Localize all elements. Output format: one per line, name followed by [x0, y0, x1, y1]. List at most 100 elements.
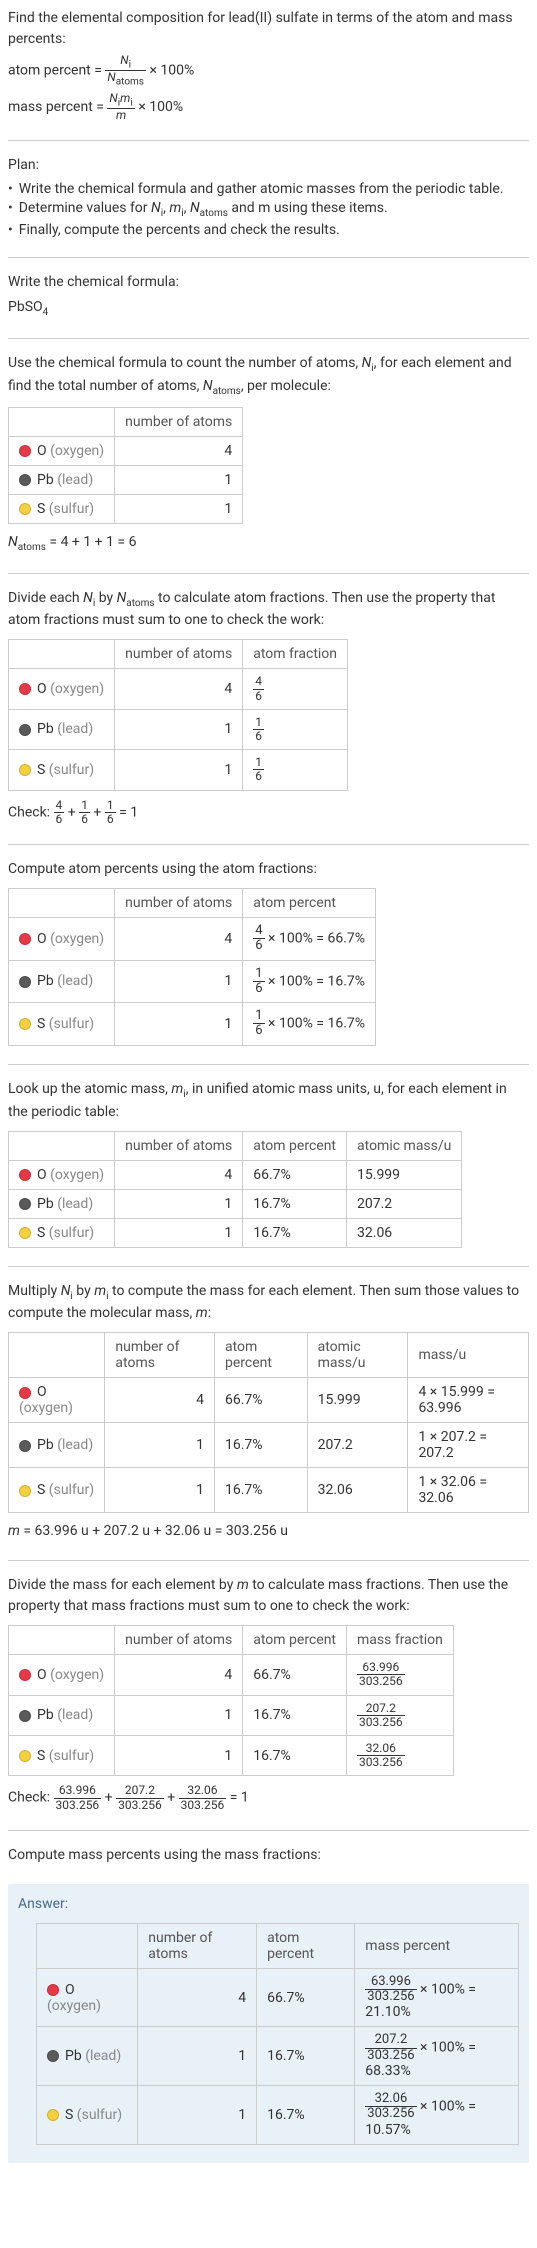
- col-atom-percent: atom percent: [215, 1333, 308, 1378]
- table-row: O (oxygen)446 × 100% = 66.7%: [9, 917, 376, 960]
- divider: [8, 1560, 529, 1561]
- element-name: (lead): [57, 1707, 93, 1723]
- atomicmass-intro: Look up the atomic mass, mi, in unified …: [8, 1079, 529, 1123]
- atom-count: 1: [138, 2085, 257, 2144]
- mass-value: 1 × 32.06 = 32.06: [408, 1468, 529, 1513]
- divider: [8, 1064, 529, 1065]
- element-dot-icon: [19, 724, 31, 736]
- atomic-mass: 207.2: [347, 1189, 462, 1218]
- table-row: Pb (lead)116: [9, 709, 348, 749]
- table-row: S (sulfur) 1 16 × 100% = 16.7%: [9, 1003, 376, 1046]
- element-name: (oxygen): [47, 1998, 101, 2014]
- element-dot-icon: [19, 764, 31, 776]
- table-row: O (oxygen)446: [9, 669, 348, 709]
- table-row: O (oxygen)466.7%15.9994 × 15.999 = 63.99…: [9, 1378, 529, 1423]
- atom-count-table: number of atoms O (oxygen)4 Pb (lead)1 S…: [8, 407, 243, 524]
- atom-count: 1: [138, 2027, 257, 2086]
- element-name: (oxygen): [50, 931, 104, 947]
- atom-count: 1: [115, 1003, 243, 1046]
- atom-count: 1: [115, 494, 243, 523]
- atom-percent: 66.7%: [215, 1378, 308, 1423]
- col-number-of-atoms: number of atoms: [115, 640, 243, 669]
- atom-count: 4: [115, 436, 243, 465]
- col-atom-percent: atom percent: [243, 888, 376, 917]
- table-row: S (sulfur)1: [9, 494, 243, 523]
- answer-label: Answer:: [18, 1894, 519, 1915]
- atom-count: 1: [115, 960, 243, 1003]
- atom-percent-value: × 100% = 66.7%: [265, 930, 365, 946]
- table-row: S (sulfur)116.7%32.06303.256 × 100% = 10…: [37, 2085, 519, 2144]
- table-row: Pb (lead)116 × 100% = 16.7%: [9, 960, 376, 1003]
- chemical-formula-section: Write the chemical formula: PbSO4: [8, 272, 529, 320]
- element-symbol: O: [37, 1167, 47, 1183]
- atom-percent: 16.7%: [257, 2027, 355, 2086]
- col-number-of-atoms: number of atoms: [115, 1626, 243, 1655]
- fraction: 16: [253, 1009, 264, 1039]
- atomic-mass: 207.2: [307, 1423, 408, 1468]
- element-symbol: Pb: [37, 1707, 54, 1723]
- atomic-mass-table: number of atomsatom percentatomic mass/u…: [8, 1131, 462, 1248]
- col-number-of-atoms: number of atoms: [115, 888, 243, 917]
- mass-value: 4 × 15.999 = 63.996: [408, 1378, 529, 1423]
- element-dot-icon: [19, 1750, 31, 1762]
- element-symbol: S: [37, 762, 45, 778]
- mass-calc-table: number of atomsatom percentatomic mass/u…: [8, 1332, 529, 1513]
- masscalc-intro: Multiply Ni by mi to compute the mass fo…: [8, 1281, 529, 1325]
- atomfrac-check: Check: 46 + 16 + 16 = 1: [8, 799, 529, 826]
- element-dot-icon: [19, 1018, 31, 1030]
- element-dot-icon: [19, 1227, 31, 1239]
- col-atom-fraction: atom fraction: [243, 640, 348, 669]
- divider: [8, 1830, 529, 1831]
- element-dot-icon: [19, 683, 31, 695]
- col-atomic-mass: atomic mass/u: [307, 1333, 408, 1378]
- atomic-mass: 32.06: [307, 1468, 408, 1513]
- table-header-row: number of atomsatom percentatomic mass/u: [9, 1131, 462, 1160]
- element-name: (oxygen): [50, 681, 104, 697]
- element-symbol: O: [37, 443, 47, 459]
- atom-percent: 16.7%: [243, 1218, 347, 1247]
- element-symbol: Pb: [37, 973, 54, 989]
- massfrac-check: Check: 63.996303.256 + 207.2303.256 + 32…: [8, 1784, 529, 1811]
- table-header-row: number of atomsatom percentatomic mass/u…: [9, 1333, 529, 1378]
- col-atomic-mass: atomic mass/u: [347, 1131, 462, 1160]
- col-number-of-atoms: number of atoms: [138, 1923, 257, 1968]
- natoms-sum: Natoms = 4 + 1 + 1 = 6: [8, 532, 529, 555]
- table-row: O (oxygen)466.7%63.996303.256: [9, 1655, 454, 1695]
- fraction: 63.996303.256: [365, 1975, 416, 2005]
- element-symbol: O: [37, 1667, 47, 1683]
- col-number-of-atoms: number of atoms: [105, 1333, 215, 1378]
- element-name: (oxygen): [50, 1167, 104, 1183]
- element-dot-icon: [19, 976, 31, 988]
- col-mass: mass/u: [408, 1333, 529, 1378]
- element-name: (sulfur): [49, 1016, 94, 1032]
- atom-percent: 16.7%: [243, 1189, 347, 1218]
- atom-count: 4: [115, 1160, 243, 1189]
- table-row: O (oxygen)466.7%63.996303.256 × 100% = 2…: [37, 1968, 519, 2027]
- element-dot-icon: [19, 1710, 31, 1722]
- element-name: (sulfur): [49, 1482, 94, 1498]
- table-row: S (sulfur)116: [9, 750, 348, 790]
- element-symbol: O: [65, 1982, 75, 1998]
- count-intro: Use the chemical formula to count the nu…: [8, 353, 529, 399]
- answer-table: number of atomsatom percentmass percent …: [36, 1923, 519, 2145]
- table-row: Pb (lead)116.7%207.2303.256 × 100% = 68.…: [37, 2027, 519, 2086]
- atom-count: 1: [115, 750, 243, 790]
- atom-percent-value: × 100% = 16.7%: [265, 1016, 365, 1032]
- plan-bullet-2: •Determine values for Ni, mi, Natoms and…: [8, 199, 529, 220]
- atom-fraction-section: Divide each Ni by Natoms to calculate at…: [8, 588, 529, 826]
- element-symbol: S: [37, 1016, 45, 1032]
- atom-percent: 16.7%: [243, 1695, 347, 1735]
- element-dot-icon: [47, 1984, 59, 1996]
- element-name: (sulfur): [49, 1748, 94, 1764]
- element-dot-icon: [19, 474, 31, 486]
- atom-fraction-table: number of atomsatom fraction O (oxygen)4…: [8, 639, 348, 790]
- table-header-row: number of atomsatom percent: [9, 888, 376, 917]
- atom-percent: 16.7%: [243, 1736, 347, 1776]
- atom-percent-table: number of atomsatom percent O (oxygen)44…: [8, 888, 376, 1046]
- plan-b3-text: Finally, compute the percents and check …: [19, 221, 340, 240]
- element-name: (sulfur): [49, 501, 94, 517]
- atom-count: 1: [105, 1423, 215, 1468]
- massfrac-intro: Divide the mass for each element by m to…: [8, 1575, 529, 1617]
- plan-section: Plan: •Write the chemical formula and ga…: [8, 155, 529, 239]
- element-symbol: O: [37, 1384, 47, 1400]
